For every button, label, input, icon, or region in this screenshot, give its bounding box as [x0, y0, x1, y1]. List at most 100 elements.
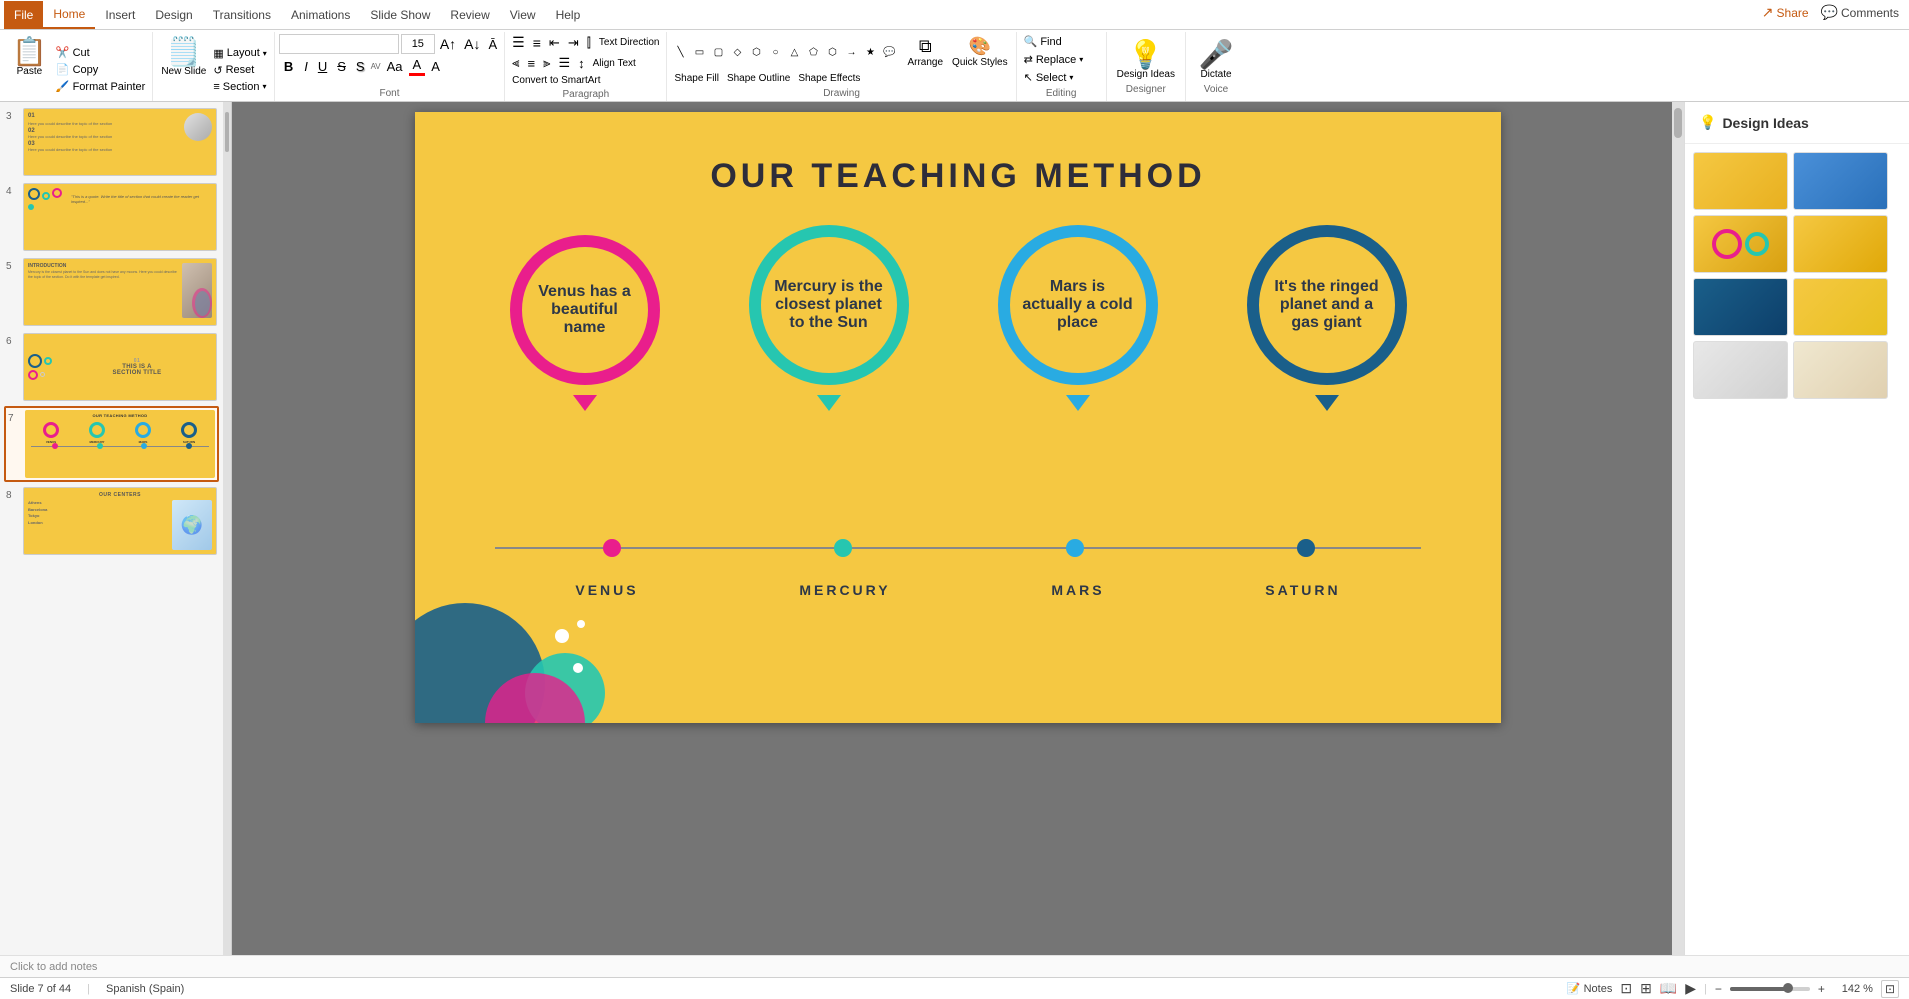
- select-button[interactable]: ↖ Select ▾: [1021, 70, 1102, 85]
- bold-button[interactable]: B: [279, 57, 298, 76]
- pentagon-tool[interactable]: ⬠: [804, 47, 822, 58]
- design-idea-item-8[interactable]: [1793, 341, 1888, 399]
- italic-button[interactable]: I: [300, 58, 312, 75]
- shape-fill-button[interactable]: Shape Fill: [671, 72, 721, 85]
- tab-animations[interactable]: Animations: [281, 1, 360, 29]
- triangle-tool[interactable]: △: [785, 47, 803, 58]
- slide-thumb-3[interactable]: 3 01 Here you could describe the topic o…: [4, 106, 219, 178]
- justify-button[interactable]: ☰: [555, 54, 573, 72]
- mars-label: MARS: [1051, 582, 1104, 598]
- slide-thumb-4[interactable]: 4 "This is a quote. Write the title of s…: [4, 181, 219, 253]
- font-color-button[interactable]: A: [409, 56, 426, 76]
- align-left-button[interactable]: ⫷: [509, 54, 522, 72]
- convert-smartart-button[interactable]: Convert to SmartArt: [509, 74, 603, 87]
- tab-view[interactable]: View: [500, 1, 546, 29]
- line-spacing-button[interactable]: ↕: [575, 55, 588, 72]
- change-case-button[interactable]: Aa: [383, 58, 407, 75]
- slide-thumb-6[interactable]: 6 01 THIS IS ASECTION TITLE: [4, 331, 219, 403]
- tab-review[interactable]: Review: [440, 1, 499, 29]
- font-name-input[interactable]: [279, 34, 399, 54]
- design-idea-item-4[interactable]: [1793, 215, 1888, 273]
- tab-design[interactable]: Design: [145, 1, 202, 29]
- quick-styles-button[interactable]: 🎨 Quick Styles: [948, 34, 1012, 70]
- zoom-out-button[interactable]: −: [1715, 982, 1722, 996]
- tab-slideshow[interactable]: Slide Show: [360, 1, 440, 29]
- design-idea-item-6[interactable]: [1793, 278, 1888, 336]
- line-tool[interactable]: ╲: [671, 47, 689, 58]
- normal-view-button[interactable]: ⊡: [1620, 980, 1632, 997]
- design-idea-item-1[interactable]: [1693, 152, 1788, 210]
- comments-button[interactable]: 💬 Comments: [1821, 4, 1899, 21]
- strikethrough-button[interactable]: S: [333, 58, 350, 75]
- zoom-in-button[interactable]: +: [1818, 982, 1825, 996]
- slide-thumb-7[interactable]: 7 OUR TEACHING METHOD VENUS MERCURY: [4, 406, 219, 482]
- tab-help[interactable]: Help: [546, 1, 591, 29]
- arrange-button[interactable]: ⧉ Arrange: [903, 34, 947, 70]
- tab-insert[interactable]: Insert: [95, 1, 145, 29]
- slide-title: OUR TEACHING METHOD: [415, 157, 1501, 196]
- fit-slide-button[interactable]: ⊡: [1881, 980, 1899, 998]
- design-idea-item-2[interactable]: [1793, 152, 1888, 210]
- tab-home[interactable]: Home: [43, 1, 95, 29]
- circle-tool[interactable]: ○: [766, 47, 784, 58]
- shape-effects-button[interactable]: Shape Effects: [795, 72, 863, 85]
- copy-button[interactable]: 📄 Copy: [53, 62, 148, 77]
- slide-thumb-5[interactable]: 5 INTRODUCTION Mercury is the closest pl…: [4, 256, 219, 328]
- increase-indent-button[interactable]: ⇥: [565, 34, 582, 52]
- format-painter-button[interactable]: 🖌️ Format Painter: [53, 79, 148, 94]
- slide-sorter-button[interactable]: ⊞: [1640, 980, 1652, 997]
- notes-button[interactable]: 📝 Notes: [1567, 982, 1612, 995]
- text-direction-button[interactable]: Text Direction: [596, 36, 663, 49]
- arrow-tool[interactable]: →: [842, 47, 860, 58]
- increase-font-button[interactable]: A↑: [437, 35, 459, 53]
- saturn-item: It's the ringed planet and a gas giant: [1244, 212, 1409, 397]
- align-center-button[interactable]: ≡: [525, 55, 539, 72]
- replace-button[interactable]: ⇄ Replace ▾: [1021, 52, 1102, 67]
- design-idea-item-7[interactable]: [1693, 341, 1788, 399]
- align-right-button[interactable]: ⫸: [540, 54, 553, 72]
- design-idea-item-3[interactable]: [1693, 215, 1788, 273]
- bullet-list-button[interactable]: ☰: [509, 33, 528, 52]
- shape-outline-button[interactable]: Shape Outline: [724, 72, 793, 85]
- slide-canvas[interactable]: OUR TEACHING METHOD Venus has a beautifu…: [415, 112, 1501, 723]
- venus-description: Venus has a beautiful name: [522, 273, 648, 347]
- align-text-button[interactable]: Align Text: [590, 57, 639, 70]
- decrease-font-button[interactable]: A↓: [461, 35, 483, 53]
- slide-num-6: 6: [6, 333, 20, 401]
- font-size-input[interactable]: 15: [401, 34, 435, 54]
- slide-thumb-8[interactable]: 8 OUR CENTERS Athens Barcelona Tokyo Lon…: [4, 485, 219, 557]
- clear-format-button[interactable]: Ā: [486, 36, 501, 53]
- find-button[interactable]: 🔍 Find: [1021, 34, 1102, 49]
- hexagon-tool[interactable]: ⬡: [823, 47, 841, 58]
- new-slide-button[interactable]: 🗒️ New Slide: [157, 36, 210, 79]
- design-ideas-button[interactable]: 💡 Design Ideas: [1113, 39, 1179, 82]
- layout-button[interactable]: ▦ Layout ▾: [210, 46, 269, 61]
- slides-group: 🗒️ New Slide ▦ Layout ▾ ↺ Reset ≡ Sectio…: [153, 32, 274, 101]
- char-spacing-button[interactable]: AV: [371, 62, 381, 71]
- decrease-indent-button[interactable]: ⇤: [546, 34, 563, 52]
- share-button[interactable]: ↗ Share: [1762, 4, 1809, 21]
- rect-tool[interactable]: ▭: [690, 47, 708, 58]
- diamond-tool[interactable]: ◇: [728, 47, 746, 58]
- reset-button[interactable]: ↺ Reset: [210, 63, 269, 78]
- star-tool[interactable]: ★: [861, 47, 879, 58]
- paste-button[interactable]: 📋 Paste: [6, 36, 53, 79]
- section-button[interactable]: ≡ Section ▾: [210, 80, 269, 94]
- numbered-list-button[interactable]: ≡: [530, 34, 544, 52]
- reading-view-button[interactable]: 📖: [1660, 980, 1677, 997]
- dictate-button[interactable]: 🎤 Dictate: [1195, 39, 1238, 82]
- tab-file[interactable]: File: [4, 1, 43, 29]
- cylinder-tool[interactable]: ⬡: [747, 47, 765, 58]
- cut-button[interactable]: ✂️ Cut: [53, 45, 148, 60]
- callout-tool[interactable]: 💬: [880, 47, 898, 58]
- highlight-button[interactable]: A: [427, 58, 444, 75]
- zoom-slider[interactable]: [1730, 987, 1810, 991]
- underline-button[interactable]: U: [314, 58, 331, 75]
- slide-show-button[interactable]: ▶: [1685, 980, 1696, 997]
- shadow-button[interactable]: S: [352, 58, 369, 75]
- columns-button[interactable]: ⫿: [584, 34, 594, 52]
- tab-transitions[interactable]: Transitions: [203, 1, 281, 29]
- rounded-rect-tool[interactable]: ▢: [709, 47, 727, 58]
- notes-bar[interactable]: Click to add notes: [0, 955, 1909, 977]
- design-idea-item-5[interactable]: [1693, 278, 1788, 336]
